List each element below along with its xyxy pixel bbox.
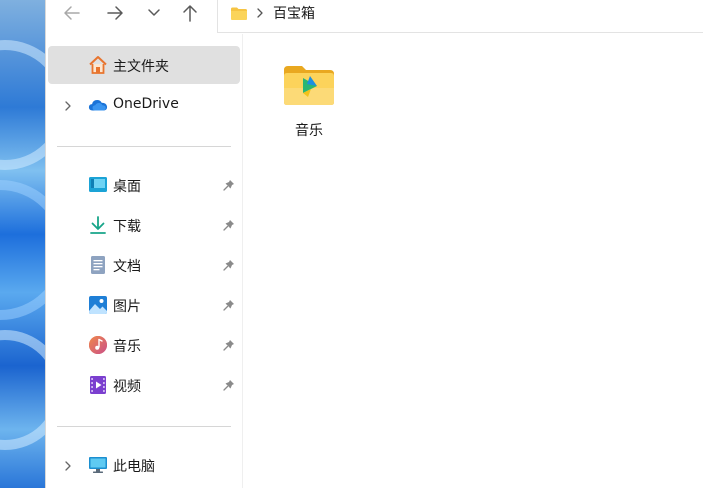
music-folder-icon <box>281 62 337 112</box>
chevron-right-icon[interactable] <box>64 460 72 476</box>
file-explorer-window: 百宝箱 主文件夹 OneDrive 桌面 下载 文档 图片 音乐 视频 此电脑 … <box>45 0 703 488</box>
sidebar-item-home[interactable]: 主文件夹 <box>48 46 240 84</box>
screen: 百宝箱 主文件夹 OneDrive 桌面 下载 文档 图片 音乐 视频 此电脑 … <box>0 0 703 488</box>
sidebar-item-videos[interactable]: 视频 <box>48 366 240 404</box>
navigation-pane: 主文件夹 OneDrive 桌面 下载 文档 图片 音乐 视频 此电脑 <box>46 34 242 488</box>
sidebar-item-label: 下载 <box>113 219 141 235</box>
sidebar-divider <box>57 146 231 147</box>
home-icon <box>88 55 108 75</box>
chevron-right-icon[interactable] <box>64 100 72 116</box>
pin-icon[interactable] <box>223 339 235 355</box>
sidebar-item-label: 图片 <box>113 299 141 315</box>
desktop-icon <box>88 175 108 195</box>
pin-icon[interactable] <box>223 299 235 315</box>
download-icon <box>88 215 108 235</box>
sidebar-item-music[interactable]: 音乐 <box>48 326 240 364</box>
sidebar-divider <box>57 426 231 427</box>
pin-icon[interactable] <box>223 219 235 235</box>
computer-icon <box>88 455 108 475</box>
music-icon <box>88 335 108 355</box>
pin-icon[interactable] <box>223 179 235 195</box>
sidebar-item-onedrive[interactable]: OneDrive <box>48 86 240 124</box>
pictures-icon <box>88 295 108 315</box>
up-button[interactable] <box>174 0 206 26</box>
breadcrumb-current-folder[interactable]: 百宝箱 <box>273 3 315 23</box>
pin-icon[interactable] <box>223 259 235 275</box>
address-bar[interactable]: 百宝箱 <box>217 0 703 33</box>
chevron-down-icon <box>148 9 160 16</box>
sidebar-item-documents[interactable]: 文档 <box>48 246 240 284</box>
sidebar-item-this-pc[interactable]: 此电脑 <box>48 446 240 484</box>
sidebar-item-label: 视频 <box>113 379 141 395</box>
folder-item-music[interactable]: 音乐 <box>273 58 345 144</box>
sidebar-item-pictures[interactable]: 图片 <box>48 286 240 324</box>
back-button[interactable] <box>55 0 87 26</box>
sidebar-item-label: 音乐 <box>113 339 141 355</box>
video-icon <box>88 375 108 395</box>
folder-item-label: 音乐 <box>295 123 323 139</box>
pin-icon[interactable] <box>223 379 235 395</box>
arrow-up-icon <box>183 5 197 22</box>
sidebar-item-label: 主文件夹 <box>113 59 169 75</box>
sidebar-item-desktop[interactable]: 桌面 <box>48 166 240 204</box>
file-list: 音乐 <box>243 34 703 488</box>
recent-locations-button[interactable] <box>138 0 170 26</box>
folder-icon <box>230 6 248 25</box>
onedrive-cloud-icon <box>88 95 108 115</box>
desktop-wallpaper <box>0 0 45 488</box>
sidebar-item-label: OneDrive <box>113 96 179 112</box>
arrow-right-icon <box>107 6 123 20</box>
sidebar-item-downloads[interactable]: 下载 <box>48 206 240 244</box>
chevron-right-icon[interactable] <box>256 7 264 23</box>
document-icon <box>88 255 108 275</box>
arrow-left-icon <box>64 6 80 20</box>
sidebar-item-label: 此电脑 <box>113 459 155 475</box>
sidebar-item-label: 桌面 <box>113 179 141 195</box>
navigation-toolbar: 百宝箱 <box>46 0 703 34</box>
sidebar-item-label: 文档 <box>113 259 141 275</box>
forward-button[interactable] <box>100 0 132 26</box>
